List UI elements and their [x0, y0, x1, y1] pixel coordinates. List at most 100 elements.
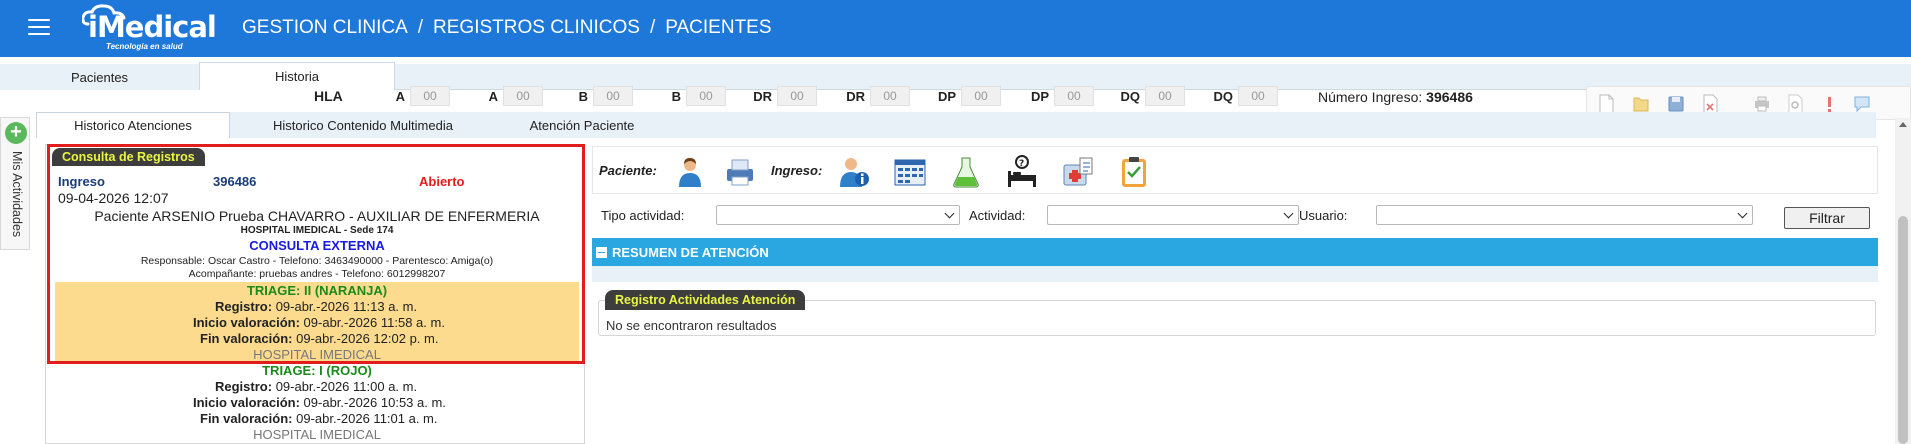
resumen-title: RESUMEN DE ATENCIÓN: [612, 244, 769, 260]
patient-user-icon[interactable]: [673, 155, 707, 189]
patient-line: Paciente ARSENIO Prueba CHAVARRO - AUXIL…: [94, 208, 540, 224]
medical-kit-icon[interactable]: [1061, 155, 1095, 189]
hla-field-input[interactable]: 00: [1054, 86, 1094, 106]
actividad-label: Actividad:: [969, 208, 1026, 223]
hla-field-input[interactable]: 00: [777, 86, 817, 106]
hla-field-input[interactable]: 00: [1145, 86, 1185, 106]
triage-registro-value: 09-abr.-2026 11:13 a. m.: [275, 299, 418, 314]
triage-title: TRIAGE: I (ROJO): [262, 363, 372, 378]
tipo-actividad-select[interactable]: [716, 205, 960, 225]
numero-ingreso-label: Número Ingreso:: [1318, 89, 1423, 105]
printer-icon[interactable]: [723, 155, 757, 189]
tipo-actividad-label: Tipo actividad:: [601, 208, 685, 223]
breadcrumb-item[interactable]: REGISTROS CLINICOS: [433, 17, 640, 39]
hla-field-label: DQ: [1120, 88, 1141, 104]
mis-actividades-label[interactable]: Mis Actividades: [10, 151, 24, 237]
delete-icon[interactable]: [1701, 94, 1719, 114]
add-activity-button[interactable]: +: [5, 122, 27, 144]
comment-icon[interactable]: [1853, 94, 1871, 114]
triage-registro: Registro: 09-abr.-2026 11:00 a. m.: [215, 379, 417, 394]
hla-field-input[interactable]: 00: [593, 86, 633, 106]
save-icon[interactable]: [1667, 94, 1685, 114]
hla-field-label: DR: [753, 88, 772, 104]
hla-field-label: DQ: [1213, 88, 1234, 104]
triage-fin-label: Fin valoración:: [200, 331, 293, 346]
status-badge: Abierto: [419, 174, 465, 189]
consulta-header: Consulta de Registros: [52, 148, 205, 166]
action-icon-bar: Paciente: Ingreso: ?: [592, 146, 1878, 194]
ingreso-bar-label: Ingreso:: [771, 163, 823, 178]
usuario-label: Usuario:: [1299, 208, 1348, 223]
triage-fin-label: Fin valoración:: [200, 411, 293, 426]
ingreso-label: Ingreso: [58, 174, 105, 189]
page-scrollbar[interactable]: [1895, 118, 1911, 444]
responsable-line: Responsable: Oscar Castro - Telefono: 34…: [140, 255, 494, 267]
filter-row: Tipo actividad: Actividad: Usuario:: [592, 202, 1878, 228]
hla-field: DP 00: [934, 86, 1001, 106]
hla-field: DQ 00: [1211, 86, 1278, 106]
hla-field-input[interactable]: 00: [410, 86, 450, 106]
hla-field-label: DP: [1030, 88, 1049, 104]
patient-info-icon[interactable]: [837, 155, 871, 189]
triage-inicio-value: 09-abr.-2026 11:58 a. m.: [303, 315, 445, 330]
hla-field-label: DP: [937, 88, 956, 104]
triage-inicio-value: 09-abr.-2026 10:53 a. m.: [303, 395, 446, 410]
logo-tagline: Tecnología en salud: [106, 42, 183, 51]
svg-text:?: ?: [1019, 159, 1024, 169]
tab-atencion-paciente[interactable]: Atención Paciente: [496, 112, 668, 138]
triage-registro-label: Registro:: [215, 379, 273, 394]
hla-field-input[interactable]: 00: [1238, 86, 1278, 106]
triage-inicio: Inicio valoración: 09-abr.-2026 11:58 a.…: [193, 315, 445, 330]
breadcrumb-item[interactable]: PACIENTES: [665, 17, 771, 39]
triage-title: TRIAGE: II (NARANJA): [246, 283, 388, 298]
hla-field: B 00: [659, 86, 726, 106]
paciente-label: Paciente:: [599, 163, 657, 178]
scroll-up-icon[interactable]: [1899, 122, 1907, 127]
breadcrumb: GESTION CLINICA / REGISTROS CLINICOS / P…: [242, 17, 772, 39]
hla-field: DQ 00: [1118, 86, 1185, 106]
top-bar: iMedical Tecnología en salud GESTION CLI…: [0, 0, 1911, 57]
preview-icon[interactable]: [1786, 94, 1804, 114]
hla-field-label: A: [488, 88, 498, 104]
hospital-sede: HOSPITAL IMEDICAL - Sede 174: [240, 225, 394, 236]
hla-field: B 00: [566, 86, 633, 106]
tab-historico-atenciones[interactable]: Historico Atenciones: [36, 112, 230, 138]
open-folder-icon[interactable]: [1632, 94, 1650, 114]
hla-field-input[interactable]: 00: [503, 86, 543, 106]
acompanante-line: Acompañante: pruebas andres - Telefono: …: [188, 268, 446, 280]
actividad-select[interactable]: [1047, 205, 1299, 225]
hla-field-input[interactable]: 00: [686, 86, 726, 106]
print-icon[interactable]: [1753, 94, 1771, 114]
hla-field-label: B: [578, 88, 588, 104]
triage-inicio-label: Inicio valoración:: [193, 315, 300, 330]
alert-icon[interactable]: [1820, 94, 1838, 114]
breadcrumb-separator: /: [417, 17, 424, 38]
resumen-atencion-bar[interactable]: RESUMEN DE ATENCIÓN: [592, 238, 1878, 266]
scroll-thumb[interactable]: [1898, 216, 1908, 444]
triage-fin: Fin valoración: 09-abr.-2026 12:02 p. m.: [200, 331, 438, 346]
breadcrumb-item[interactable]: GESTION CLINICA: [242, 17, 408, 39]
hla-field-input[interactable]: 00: [961, 86, 1001, 106]
filtrar-button[interactable]: Filtrar: [1784, 207, 1870, 229]
hla-field: DR 00: [750, 86, 817, 106]
hamburger-menu-icon[interactable]: [28, 19, 50, 35]
lab-flask-icon[interactable]: [949, 155, 983, 189]
triage-hospital: HOSPITAL IMEDICAL: [253, 427, 381, 442]
tab-historico-multimedia[interactable]: Historico Contenido Multimedia: [232, 112, 494, 138]
hla-field: DR 00: [843, 86, 910, 106]
hla-field: A 00: [476, 86, 543, 106]
registro-actividades-header: Registro Actividades Atención: [605, 290, 806, 310]
new-document-icon[interactable]: [1597, 94, 1615, 114]
mis-actividades-panel[interactable]: + Mis Actividades: [0, 117, 30, 250]
triage-inicio-label: Inicio valoración:: [193, 395, 300, 410]
hla-field-input[interactable]: 00: [870, 86, 910, 106]
numero-ingreso-value: 396486: [1426, 89, 1473, 105]
checklist-clipboard-icon[interactable]: [1117, 155, 1151, 189]
hla-field: DP 00: [1027, 86, 1094, 106]
calendar-grid-icon[interactable]: [893, 155, 927, 189]
usuario-select[interactable]: [1376, 205, 1753, 225]
bed-question-icon[interactable]: ?: [1005, 155, 1039, 189]
hla-field-label: A: [395, 88, 405, 104]
collapse-icon[interactable]: [596, 246, 607, 258]
imedical-logo[interactable]: iMedical Tecnología en salud: [82, 4, 222, 54]
